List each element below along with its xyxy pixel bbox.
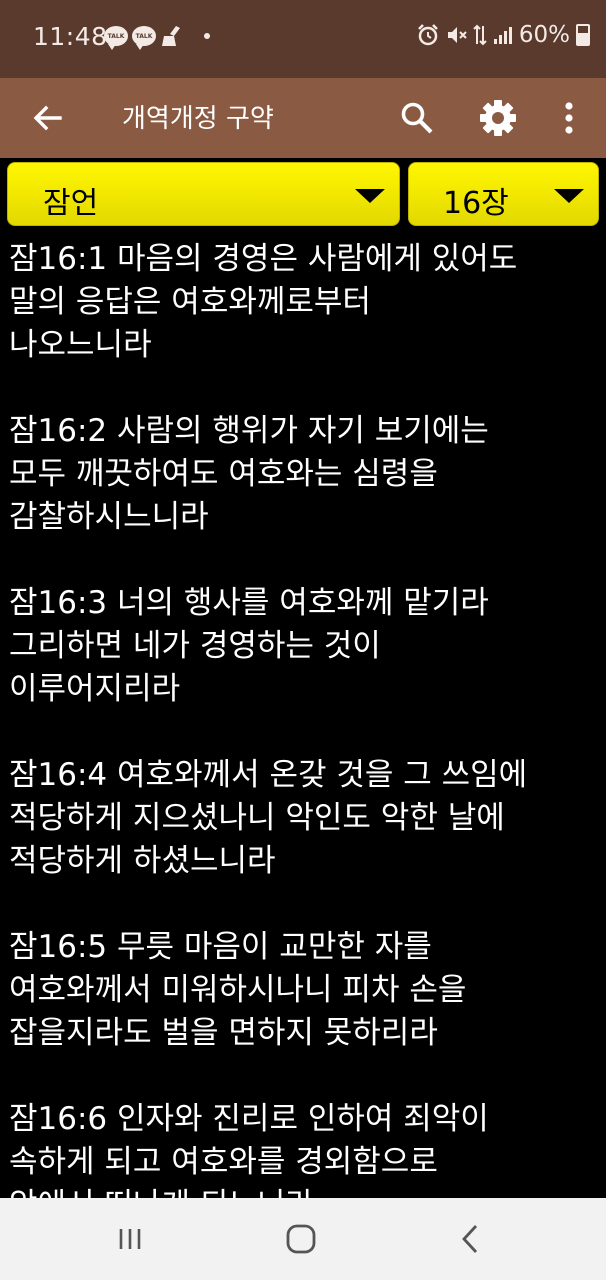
- alarm-icon: [417, 24, 438, 46]
- page-title: 개역개정 구약: [122, 104, 274, 134]
- book-label: 잠언: [43, 186, 99, 221]
- verse-item[interactable]: 잠16:3 너의 행사를 여호와께 맡기라 그리하면 네가 경영하는 것이 이루…: [0, 582, 606, 711]
- verse-item[interactable]: 잠16:2 사람의 행위가 자기 보기에는 모두 깨끗하여도 여호와는 심령을 …: [0, 410, 606, 539]
- verse-item[interactable]: 잠16:4 여호와께서 온갖 것을 그 쓰임에 적당하게 지으셨나니 악인도 악…: [0, 754, 606, 883]
- nav-back-icon[interactable]: [440, 1215, 500, 1263]
- status-time: 11:48: [33, 22, 108, 51]
- gear-icon[interactable]: [471, 90, 525, 146]
- verse-line: 모두 깨끗하여도 여호와는 심령을: [9, 456, 438, 492]
- talk-icon: TALK: [104, 26, 128, 50]
- verse-item[interactable]: 잠16:6 인자와 진리로 인하여 죄악이 속하게 되고 여호와를 경외함으로 …: [0, 1098, 606, 1198]
- status-bar: 11:48 TALK TALK 60%: [0, 0, 606, 78]
- home-icon[interactable]: [271, 1215, 331, 1263]
- recents-icon[interactable]: [100, 1215, 160, 1263]
- app-bar: 개역개정 구약: [0, 78, 606, 158]
- signal-icon: [493, 27, 512, 44]
- mute-icon: [447, 27, 467, 43]
- verse-line: 잠16:4 여호와께서 온갖 것을 그 쓰임에: [9, 757, 528, 793]
- system-status: 60%: [417, 22, 590, 48]
- verse-line: 잠16:1 마음의 경영은 사람에게 있어도: [9, 241, 518, 277]
- verse-line: 잠16:6 인자와 진리로 인하여 죄악이: [9, 1101, 489, 1137]
- talk-icon: TALK: [132, 26, 156, 50]
- verse-item[interactable]: 잠16:5 무릇 마음이 교만한 자를 여호와께서 미워하시나니 피차 손을 잡…: [0, 926, 606, 1055]
- verse-item[interactable]: 잠16:1 마음의 경영은 사람에게 있어도 말의 응답은 여호와께로부터 나오…: [0, 238, 606, 367]
- verse-line: 속하게 되고 여호와를 경외함으로: [9, 1144, 438, 1180]
- notification-icons: TALK TALK: [104, 24, 210, 50]
- verse-line: 잠16:2 사람의 행위가 자기 보기에는: [9, 413, 489, 449]
- talk-icon-label: TALK: [135, 32, 153, 40]
- verse-line: 잠16:3 너의 행사를 여호와께 맡기라: [9, 585, 489, 621]
- verse-line: 감찰하시느니라: [9, 499, 209, 535]
- selector-row: 잠언 16장: [0, 158, 606, 230]
- verse-line: 말의 응답은 여호와께로부터: [9, 284, 371, 320]
- caret-down-icon: [355, 189, 385, 203]
- verse-line: 여호와께서 미워하시나니 피차 손을: [9, 972, 467, 1008]
- verse-line: 적당하게 하셨느니라: [9, 843, 276, 879]
- verse-line: 이루어지리라: [9, 671, 181, 707]
- verse-line: 잡을지라도 벌을 면하지 못하리라: [9, 1015, 438, 1051]
- verse-line: 잠16:5 무릇 마음이 교만한 자를: [9, 929, 432, 965]
- verse-list[interactable]: 잠16:1 마음의 경영은 사람에게 있어도 말의 응답은 여호와께로부터 나오…: [0, 238, 606, 1198]
- data-icon: [473, 24, 487, 46]
- caret-down-icon: [554, 189, 584, 203]
- talk-icon-label: TALK: [107, 32, 125, 40]
- verse-line: 적당하게 지으셨나니 악인도 악한 날에: [9, 800, 505, 836]
- chapter-label: 16장: [443, 186, 509, 221]
- system-nav-bar: [0, 1198, 606, 1280]
- cleaner-icon: [162, 26, 180, 46]
- book-dropdown[interactable]: 잠언: [7, 162, 400, 226]
- verse-line: 그리하면 네가 경영하는 것이: [9, 628, 381, 664]
- more-vertical-icon[interactable]: [542, 90, 596, 146]
- battery-icon: [576, 24, 590, 46]
- verse-line: 나오느니라: [9, 327, 152, 363]
- search-icon[interactable]: [390, 90, 444, 146]
- dot-icon: [204, 33, 210, 39]
- arrow-back-icon[interactable]: [22, 92, 74, 144]
- verse-line: 악에서 떠나게 되느니라: [9, 1184, 600, 1198]
- chapter-dropdown[interactable]: 16장: [408, 162, 599, 226]
- battery-percent: 60%: [518, 22, 570, 48]
